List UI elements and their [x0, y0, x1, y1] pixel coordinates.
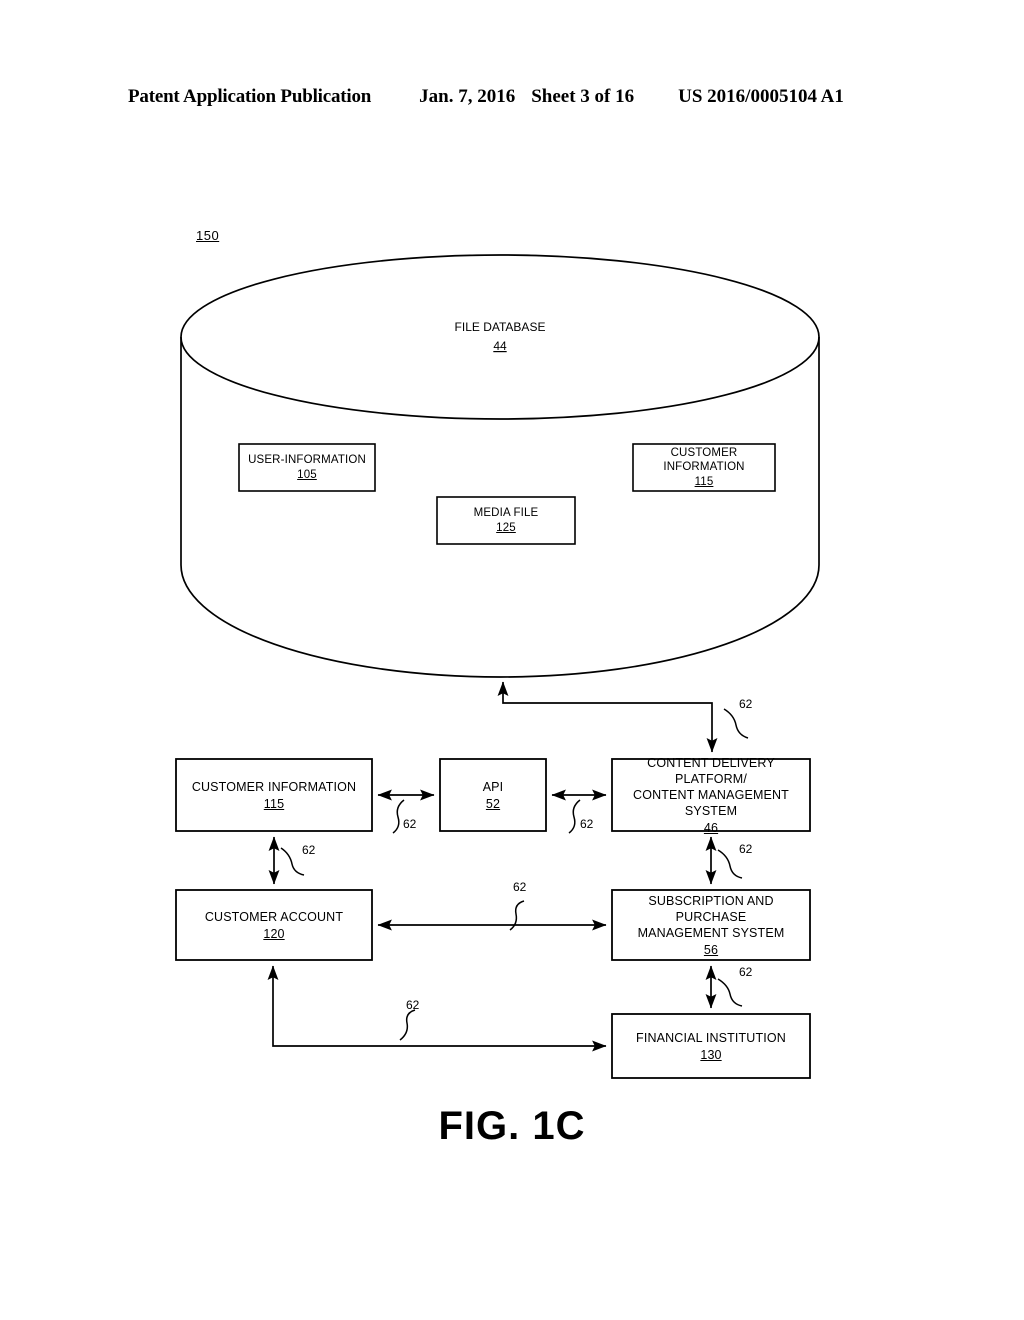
leader-api-to-cdp	[568, 799, 581, 834]
box-user-information	[238, 443, 376, 492]
database-cylinder-top	[180, 254, 820, 420]
connector-number-api-to-cdp: 62	[580, 817, 594, 831]
connector-number-subscription-to-financial: 62	[739, 965, 753, 979]
box-customer-information-db	[632, 443, 776, 492]
connector-number-custinfo-to-custacct: 62	[302, 843, 316, 857]
connector-number-financial-to-custacct: 62	[406, 998, 420, 1012]
connector-number-custacct-to-subscription: 62	[513, 880, 527, 894]
connector-number-custinfo-to-api: 62	[403, 817, 417, 831]
box-api	[439, 758, 547, 832]
leader-financial-to-custacct	[399, 1009, 416, 1041]
connector-number-db-to-cdp: 62	[739, 697, 753, 711]
database-label: FILE DATABASE	[455, 320, 546, 334]
connector-number-cdp-to-subscription: 62	[739, 842, 753, 856]
connector-financial-to-custacct	[267, 965, 607, 1052]
database-label-group: FILE DATABASE 44	[455, 320, 546, 353]
leader-custinfo-to-custacct	[280, 847, 305, 876]
leader-db-to-cdp	[723, 708, 749, 739]
connector-db-to-cdp	[497, 681, 718, 753]
figure-caption: FIG. 1C	[438, 1104, 586, 1148]
box-financial-institution	[611, 1013, 811, 1079]
box-customer-information	[175, 758, 373, 832]
box-customer-account	[175, 889, 373, 961]
box-content-delivery-platform	[611, 758, 811, 832]
leader-subscription-to-financial	[717, 978, 743, 1007]
database-ref: 44	[493, 339, 507, 353]
box-media-file	[436, 496, 576, 545]
box-subscription-purchase-management	[611, 889, 811, 961]
